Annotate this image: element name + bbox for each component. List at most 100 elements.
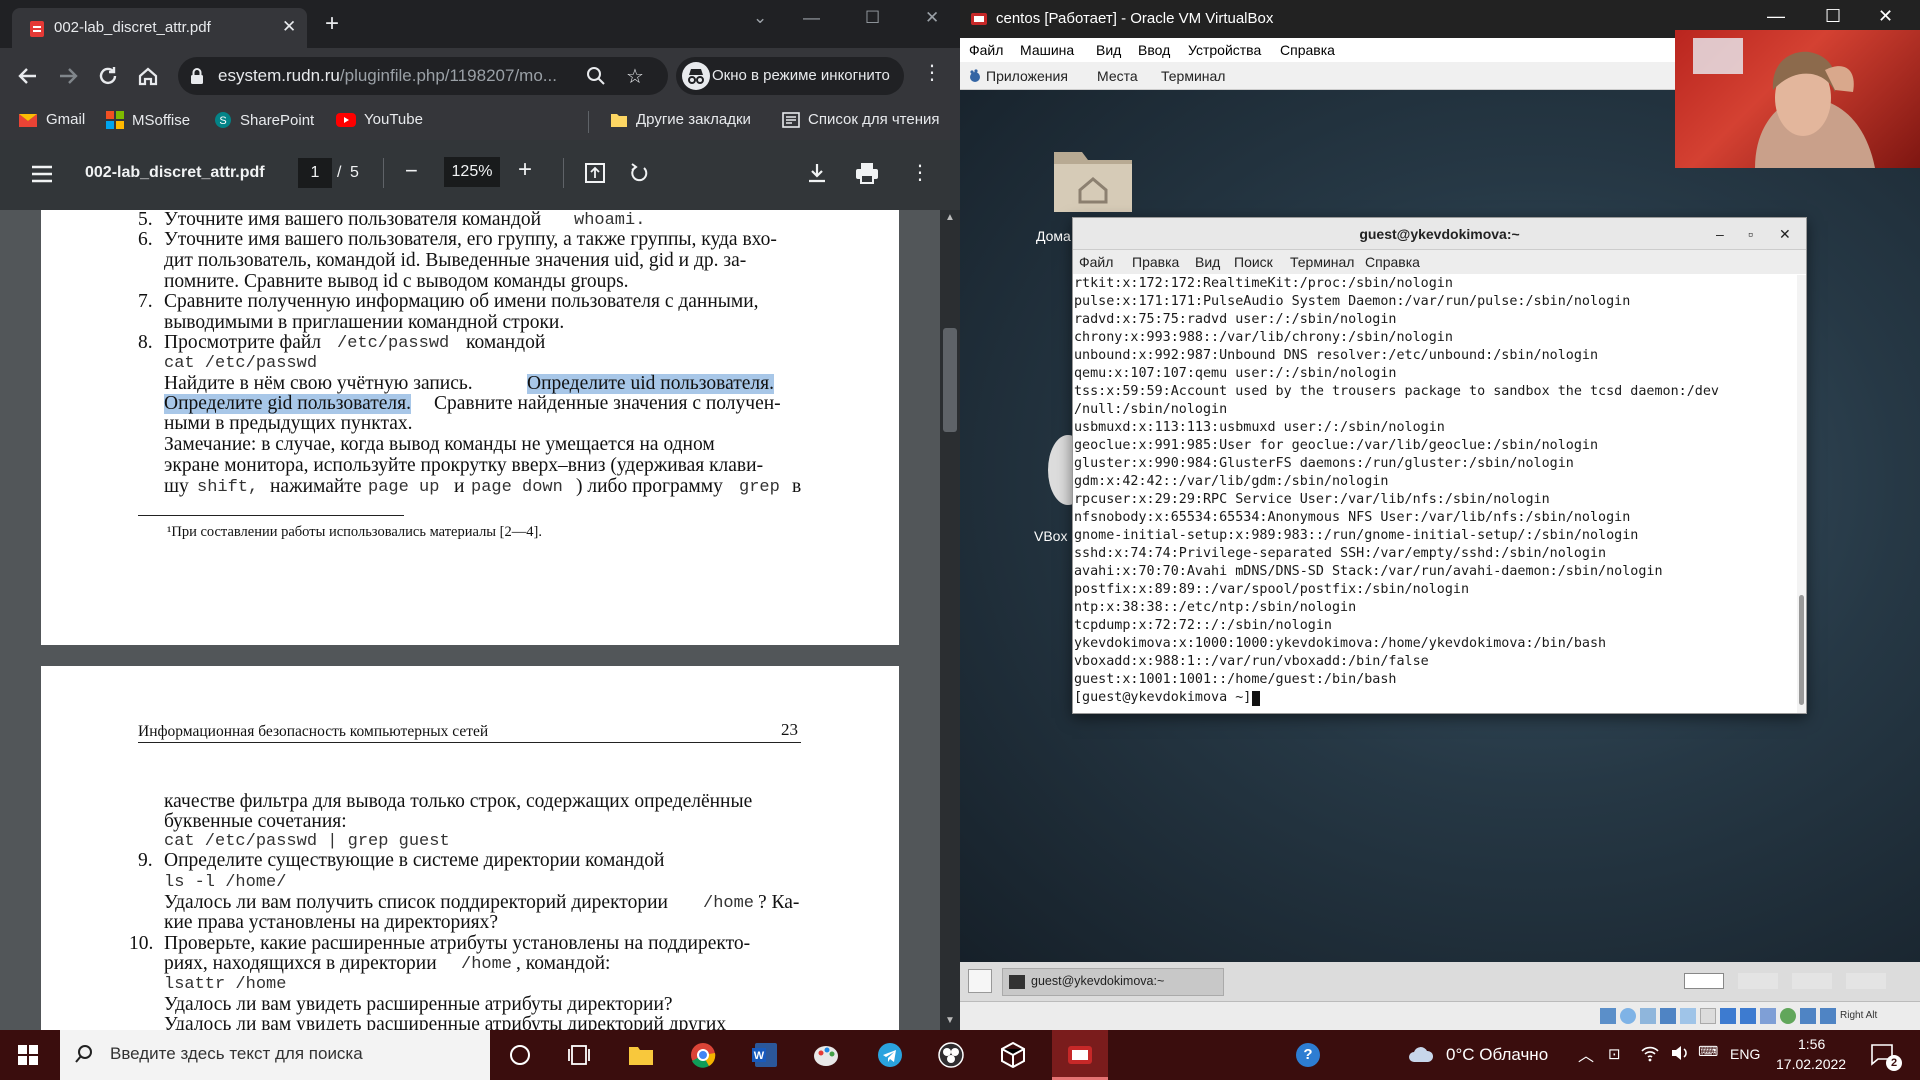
gnome-applications[interactable]: Приложения (986, 68, 1068, 84)
keyboard-icon[interactable] (1820, 1008, 1836, 1024)
term-menu-search[interactable]: Поиск (1234, 254, 1273, 270)
menu-view[interactable]: Вид (1096, 42, 1121, 58)
close-button[interactable]: ✕ (925, 8, 939, 28)
tab-close-icon[interactable]: ✕ (282, 17, 296, 37)
vbox-minimize-button[interactable]: — (1767, 6, 1785, 27)
zoom-input[interactable]: 125% (444, 157, 500, 187)
fit-page-icon[interactable] (584, 162, 606, 184)
menu-input[interactable]: Ввод (1138, 42, 1170, 58)
terminal-scroll-thumb[interactable] (1799, 595, 1804, 705)
bookmark-msoffise[interactable]: MSoffise (106, 111, 190, 129)
file-explorer-icon[interactable] (628, 1044, 654, 1066)
maximize-button[interactable]: ☐ (865, 8, 880, 28)
wifi-icon[interactable] (1640, 1044, 1660, 1062)
shared-folder-icon[interactable] (1700, 1008, 1716, 1024)
audio-icon[interactable] (1640, 1008, 1656, 1024)
pdf-more-icon[interactable]: ⋮ (910, 160, 930, 185)
other-bookmarks[interactable]: Другие закладки (610, 111, 751, 128)
word-icon[interactable]: W (752, 1042, 778, 1068)
volume-icon[interactable] (1670, 1044, 1690, 1062)
zoom-icon[interactable] (586, 66, 606, 86)
taskbar-search[interactable]: Введите здесь текст для поиска (60, 1030, 490, 1080)
clock-time[interactable]: 1:56 (1798, 1036, 1825, 1052)
home-icon[interactable] (134, 62, 162, 90)
term-menu-file[interactable]: Файл (1079, 254, 1113, 270)
bookmark-sharepoint[interactable]: S SharePoint (214, 111, 314, 129)
zoom-in-icon[interactable]: + (518, 156, 532, 184)
guest-desktop[interactable]: Дома VBox guest@ykevdokimova:~ – ▫ ✕ Фай… (960, 90, 1920, 962)
scroll-up-icon[interactable]: ▲ (945, 212, 955, 223)
incognito-indicator[interactable]: Окно в режиме инкогнито (676, 57, 904, 95)
terminal-window[interactable]: guest@ykevdokimova:~ – ▫ ✕ Файл Правка В… (1072, 217, 1807, 714)
input-mode-icon[interactable]: ⌨ (1698, 1043, 1718, 1060)
scroll-thumb[interactable] (943, 328, 957, 432)
vbox-close-button[interactable]: ✕ (1878, 6, 1893, 27)
guest-taskbar-item[interactable]: guest@ykevdokimova:~ (1002, 968, 1224, 996)
pdf-menu-icon[interactable] (30, 164, 54, 184)
lock-icon[interactable] (190, 67, 204, 85)
terminal-scrollbar[interactable] (1797, 275, 1806, 713)
task-view-icon[interactable] (568, 1044, 590, 1066)
network-icon[interactable] (1660, 1008, 1676, 1024)
rotate-icon[interactable] (628, 162, 650, 184)
display-icon[interactable] (1720, 1008, 1736, 1024)
mouse-integration-icon[interactable] (1800, 1008, 1816, 1024)
minimize-button[interactable]: — (803, 8, 820, 28)
reading-list[interactable]: Список для чтения (782, 111, 940, 128)
reload-icon[interactable] (94, 62, 122, 90)
vbox-vm-taskbar-button[interactable] (1052, 1030, 1108, 1080)
home-folder-icon[interactable] (1050, 140, 1136, 216)
term-menu-terminal[interactable]: Терминал (1290, 254, 1354, 270)
telegram-icon[interactable] (878, 1043, 902, 1067)
help-icon[interactable]: ? (1296, 1043, 1320, 1067)
chrome-menu-icon[interactable]: ⋮ (922, 60, 942, 85)
page-number-input[interactable]: 1 (298, 158, 332, 188)
gnome-places[interactable]: Места (1097, 68, 1138, 84)
optical-icon[interactable] (1620, 1008, 1636, 1024)
zoom-out-icon[interactable]: − (405, 158, 418, 184)
gnome-terminal-menu[interactable]: Терминал (1161, 68, 1225, 84)
menu-devices[interactable]: Устройства (1188, 42, 1261, 58)
usb-icon[interactable] (1680, 1008, 1696, 1024)
vbox-maximize-button[interactable]: ☐ (1825, 6, 1841, 27)
clock-date[interactable]: 17.02.2022 (1776, 1056, 1846, 1072)
pdf-scrollbar[interactable]: ▲ ▼ (940, 210, 960, 1030)
pdf-viewport[interactable]: 5. Уточните имя вашего пользователя кома… (0, 210, 960, 1030)
paint-icon[interactable] (813, 1042, 839, 1068)
cpu-icon[interactable] (1760, 1008, 1776, 1024)
workspace-4[interactable] (1846, 973, 1886, 989)
print-icon[interactable] (855, 162, 879, 184)
download-icon[interactable] (806, 162, 828, 184)
menu-help[interactable]: Справка (1280, 42, 1335, 58)
terminal-close-button[interactable]: ✕ (1779, 218, 1791, 250)
windows-start-icon[interactable] (18, 1045, 38, 1065)
workspace-1[interactable] (1684, 973, 1724, 989)
tray-icon-1[interactable]: ⊡ (1608, 1045, 1621, 1063)
term-menu-view[interactable]: Вид (1195, 254, 1220, 270)
terminal-maximize-button[interactable]: ▫ (1748, 218, 1753, 250)
terminal-output[interactable]: rtkit:x:172:172:RealtimeKit:/proc:/sbin/… (1073, 275, 1798, 713)
bookmark-gmail[interactable]: Gmail (18, 111, 85, 128)
virtualbox-taskbar-icon[interactable] (1000, 1042, 1026, 1068)
browser-tab[interactable]: 002-lab_discret_attr.pdf ✕ (12, 8, 307, 48)
minimize-icon[interactable]: ⌄ (753, 8, 767, 28)
workspace-2[interactable] (1738, 973, 1778, 989)
bookmark-star-icon[interactable]: ☆ (626, 64, 644, 89)
terminal-minimize-button[interactable]: – (1716, 218, 1724, 250)
vt-icon[interactable] (1780, 1008, 1796, 1024)
menu-machine[interactable]: Машина (1020, 42, 1074, 58)
chrome-icon[interactable] (690, 1042, 716, 1068)
cortana-icon[interactable] (510, 1045, 530, 1065)
chevron-up-icon[interactable]: ︿ (1578, 1042, 1594, 1066)
new-tab-icon[interactable]: + (325, 12, 339, 36)
hdd-icon[interactable] (1600, 1008, 1616, 1024)
term-menu-help[interactable]: Справка (1365, 254, 1420, 270)
show-desktop-icon[interactable] (968, 969, 992, 993)
scroll-down-icon[interactable]: ▼ (945, 1015, 955, 1026)
workspace-3[interactable] (1792, 973, 1832, 989)
bookmark-youtube[interactable]: YouTube (336, 111, 423, 128)
menu-file[interactable]: Файл (969, 42, 1003, 58)
weather-icon[interactable] (1408, 1044, 1434, 1064)
term-menu-edit[interactable]: Правка (1132, 254, 1179, 270)
recording-icon[interactable] (1740, 1008, 1756, 1024)
